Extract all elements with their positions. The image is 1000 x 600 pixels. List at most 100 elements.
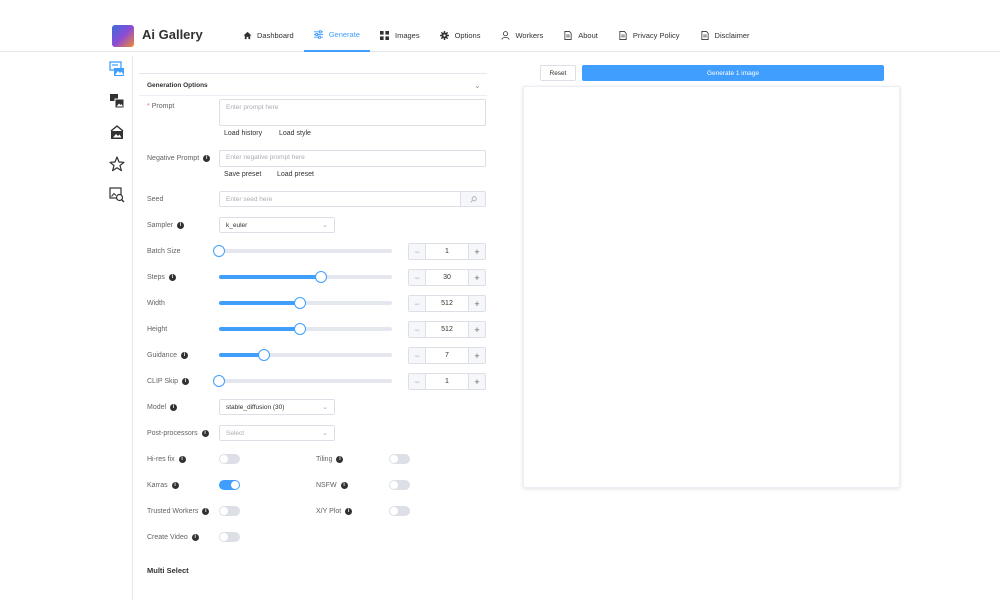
tiling-switch[interactable] bbox=[389, 454, 410, 464]
nav-options[interactable]: Options bbox=[430, 18, 491, 52]
steps-value[interactable]: 30 bbox=[426, 270, 468, 285]
info-icon[interactable]: i bbox=[178, 456, 186, 463]
nav-generate[interactable]: Generate bbox=[303, 18, 370, 52]
clip-skip-slider[interactable] bbox=[213, 375, 392, 387]
height-stepper[interactable]: −512 + bbox=[408, 321, 486, 338]
decrement-button[interactable]: − bbox=[409, 244, 426, 259]
info-icon[interactable]: i bbox=[345, 508, 353, 515]
nav-label: About bbox=[578, 30, 598, 40]
nav-images[interactable]: Images bbox=[370, 18, 430, 52]
increment-button[interactable]: + bbox=[468, 270, 485, 285]
required-asterisk: * bbox=[147, 103, 150, 110]
guidance-stepper[interactable]: −7 + bbox=[408, 347, 486, 364]
grid-icon bbox=[380, 30, 390, 40]
save-preset-button[interactable]: Save preset bbox=[224, 171, 261, 178]
increment-button[interactable]: + bbox=[468, 244, 485, 259]
info-icon[interactable]: i bbox=[170, 404, 178, 411]
decrement-button[interactable]: − bbox=[409, 348, 426, 363]
trusted-workers-switch[interactable] bbox=[219, 506, 240, 516]
chevron-down-icon[interactable]: ⌄ bbox=[474, 81, 481, 90]
reset-button[interactable]: Reset bbox=[540, 65, 576, 81]
guidance-slider[interactable] bbox=[219, 349, 392, 361]
info-icon[interactable]: i bbox=[340, 482, 348, 489]
decrement-button[interactable]: − bbox=[409, 322, 426, 337]
decrement-button[interactable]: − bbox=[409, 296, 426, 311]
height-slider[interactable] bbox=[219, 323, 392, 335]
negative-prompt-label: Negative Prompt i bbox=[147, 155, 211, 162]
batch-size-stepper[interactable]: −1 + bbox=[408, 243, 486, 260]
karras-switch[interactable] bbox=[219, 480, 240, 490]
clip-skip-value[interactable]: 1 bbox=[426, 374, 468, 389]
slider-handle[interactable] bbox=[315, 271, 328, 283]
load-style-button[interactable]: Load style bbox=[279, 130, 311, 137]
nsfw-switch[interactable] bbox=[389, 480, 410, 490]
load-history-button[interactable]: Load history bbox=[224, 130, 262, 137]
guidance-value[interactable]: 7 bbox=[426, 348, 468, 363]
decrement-button[interactable]: − bbox=[409, 374, 426, 389]
steps-stepper[interactable]: −30 + bbox=[408, 269, 486, 286]
switch-knob bbox=[220, 507, 228, 515]
main-nav: Dashboard Generate Images Options Worker… bbox=[232, 18, 760, 52]
app-logo[interactable] bbox=[112, 25, 134, 47]
nav-disclaimer[interactable]: Disclaimer bbox=[690, 18, 760, 52]
seed-input[interactable]: Enter seed here bbox=[219, 191, 486, 207]
increment-button[interactable]: + bbox=[468, 348, 485, 363]
app-title[interactable]: Ai Gallery bbox=[142, 27, 203, 42]
width-value[interactable]: 512 bbox=[426, 296, 468, 311]
nav-workers[interactable]: Workers bbox=[490, 18, 553, 52]
xy-plot-switch[interactable] bbox=[389, 506, 410, 516]
nav-dashboard[interactable]: Dashboard bbox=[232, 18, 304, 52]
info-icon[interactable]: i bbox=[180, 352, 188, 359]
nav-about[interactable]: About bbox=[553, 18, 608, 52]
increment-button[interactable]: + bbox=[468, 374, 485, 389]
increment-button[interactable]: + bbox=[468, 322, 485, 337]
info-icon[interactable]: i bbox=[191, 534, 199, 541]
panel-title[interactable]: Generation Options bbox=[147, 82, 208, 89]
info-icon[interactable]: i bbox=[182, 378, 189, 385]
image-to-image-icon[interactable] bbox=[108, 92, 126, 110]
decrement-button[interactable]: − bbox=[409, 270, 426, 285]
batch-size-slider[interactable] bbox=[213, 245, 392, 257]
sampler-select[interactable]: k_euler ⌄ bbox=[219, 217, 335, 233]
prompt-input[interactable]: Enter prompt here bbox=[219, 99, 486, 126]
text-to-image-icon[interactable] bbox=[108, 60, 126, 78]
multi-select-heading[interactable]: Multi Select bbox=[147, 566, 189, 575]
width-stepper[interactable]: −512 + bbox=[408, 295, 486, 312]
post-processors-select[interactable]: Select ⌄ bbox=[219, 425, 335, 441]
nav-label: Images bbox=[394, 30, 420, 40]
rating-star-icon[interactable] bbox=[108, 155, 126, 173]
sliders-icon bbox=[314, 29, 324, 39]
guidance-label: Guidance i bbox=[147, 352, 188, 359]
info-icon[interactable]: i bbox=[203, 155, 211, 162]
generate-button[interactable]: Generate 1 image bbox=[582, 65, 884, 81]
nav-privacy-policy[interactable]: Privacy Policy bbox=[608, 18, 690, 52]
width-slider[interactable] bbox=[219, 297, 392, 309]
search-icon[interactable] bbox=[460, 192, 485, 206]
info-icon[interactable]: i bbox=[336, 456, 344, 463]
info-icon[interactable]: i bbox=[177, 222, 185, 229]
create-video-switch[interactable] bbox=[219, 532, 240, 542]
clip-skip-stepper[interactable]: −1 + bbox=[408, 373, 486, 390]
slider-handle[interactable] bbox=[213, 245, 225, 257]
steps-slider[interactable] bbox=[219, 271, 392, 283]
slider-handle[interactable] bbox=[294, 323, 307, 335]
hires-fix-switch[interactable] bbox=[219, 454, 240, 464]
info-icon[interactable]: i bbox=[168, 274, 176, 281]
batch-size-value[interactable]: 1 bbox=[426, 244, 468, 259]
negative-prompt-input[interactable]: Enter negative prompt here bbox=[219, 150, 486, 167]
slider-handle[interactable] bbox=[294, 297, 307, 309]
image-search-icon[interactable] bbox=[108, 186, 126, 204]
info-icon[interactable]: i bbox=[201, 430, 209, 437]
info-icon[interactable]: i bbox=[171, 482, 179, 489]
increment-button[interactable]: + bbox=[468, 296, 485, 311]
slider-fill bbox=[219, 327, 301, 331]
inpainting-icon[interactable] bbox=[108, 123, 126, 141]
switch-knob bbox=[220, 455, 228, 463]
load-preset-button[interactable]: Load preset bbox=[277, 171, 314, 178]
slider-handle[interactable] bbox=[257, 349, 270, 361]
slider-handle[interactable] bbox=[213, 375, 225, 387]
info-icon[interactable]: i bbox=[202, 508, 210, 515]
panel-divider bbox=[139, 73, 487, 74]
model-select[interactable]: stable_diffusion (30) ⌄ bbox=[219, 399, 335, 415]
height-value[interactable]: 512 bbox=[426, 322, 468, 337]
